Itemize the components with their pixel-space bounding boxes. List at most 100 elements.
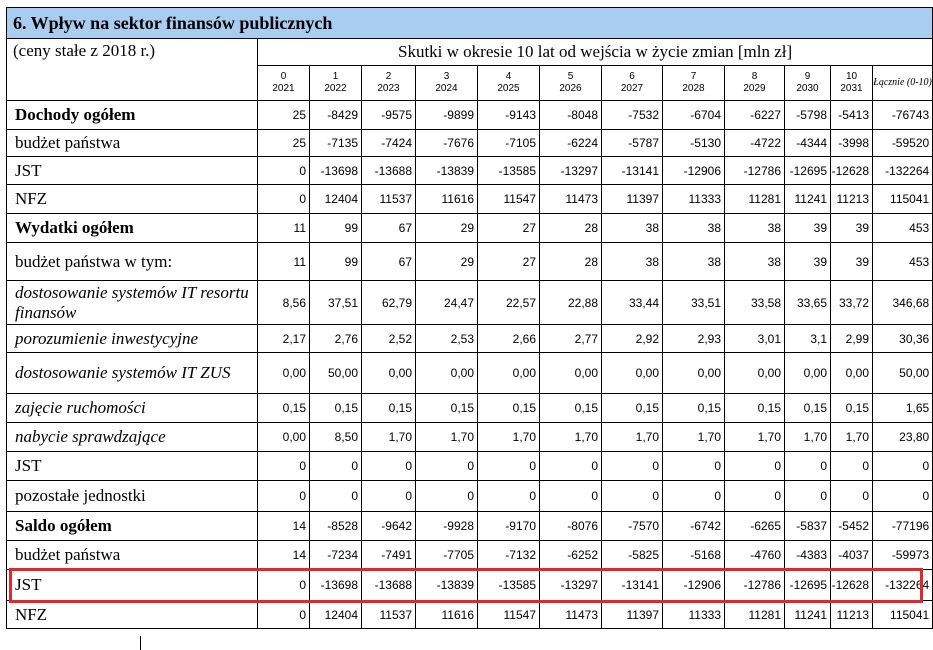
row-label: dostosowanie systemów IT ZUS: [6, 352, 258, 394]
year-index: 5: [567, 71, 574, 82]
year-label: 2021: [272, 83, 295, 94]
value-cell: -13839: [415, 156, 478, 185]
value-cell: -5837: [784, 511, 831, 541]
value-cell: 27: [477, 213, 540, 243]
table-row: Wydatki ogółem 11 99 67 29 27 28 38 38 38 39 39 453: [6, 213, 933, 243]
row-label: Dochody ogółem: [6, 100, 258, 130]
year-label: 2029: [743, 83, 766, 94]
value-cell: 22,88: [539, 280, 602, 325]
cut-off-text: [146, 640, 926, 650]
value-cell: 0: [477, 451, 540, 481]
total-cell: 1,65: [871, 393, 933, 423]
value-cell: 0: [309, 451, 362, 481]
value-cell: -13297: [539, 569, 602, 601]
value-cell: 11537: [361, 184, 416, 214]
total-cell: 115041: [871, 600, 933, 629]
table-row: Saldo ogółem 14 -8528 -9642 -9928 -9170 -8076-…: [6, 511, 933, 541]
year-header-2027: 6 2027: [601, 65, 663, 101]
value-cell: 38: [601, 213, 663, 243]
value-cell: 2,77: [539, 324, 602, 353]
value-cell: -9642: [361, 511, 416, 541]
value-cell: 1,70: [784, 422, 831, 452]
value-cell: 99: [309, 213, 362, 243]
value-cell: -5798: [784, 100, 831, 130]
value-cell: 28: [539, 242, 602, 281]
value-cell: 0,15: [477, 393, 540, 423]
value-cell: 50,00: [309, 352, 362, 394]
row-label: JST: [6, 451, 258, 481]
year-header-2031: 10 2031: [830, 65, 873, 101]
value-cell: 33,65: [784, 280, 831, 325]
value-cell: 2,99: [830, 324, 873, 353]
table-row: budżet państwa w tym: 11 99 67 29 27 28 38 38 38 3…: [6, 242, 933, 281]
value-cell: 1,70: [601, 422, 663, 452]
total-cell: 30,36: [871, 324, 933, 353]
value-cell: -7132: [477, 540, 540, 570]
value-cell: 0,15: [724, 393, 785, 423]
value-cell: 11281: [724, 184, 785, 214]
value-cell: 33,44: [601, 280, 663, 325]
value-cell: -7234: [309, 540, 362, 570]
value-cell: -12695: [784, 569, 831, 601]
value-cell: 33,58: [724, 280, 785, 325]
value-cell: 11616: [415, 600, 478, 629]
year-header-2028: 7 2028: [662, 65, 725, 101]
value-cell: -5787: [601, 129, 663, 157]
value-cell: -13698: [309, 156, 362, 185]
year-index: 3: [443, 71, 450, 82]
value-cell: 0,15: [539, 393, 602, 423]
value-cell: -13698: [309, 569, 362, 601]
value-cell: 27: [477, 242, 540, 281]
value-cell: 2,92: [601, 324, 663, 353]
table-row: zajęcie ruchomości 0,15 0,15 0,15 0,15 0,15 0,…: [6, 393, 933, 423]
year-label: 2022: [324, 83, 347, 94]
value-cell: 11281: [724, 600, 785, 629]
value-cell: -7570: [601, 511, 663, 541]
value-cell: 39: [784, 242, 831, 281]
value-cell: 8,50: [309, 422, 362, 452]
value-cell: 0,15: [662, 393, 725, 423]
value-cell: 0: [601, 480, 663, 512]
value-cell: 0,15: [601, 393, 663, 423]
value-cell: 28: [539, 213, 602, 243]
value-cell: 0,00: [257, 352, 310, 394]
value-cell: -13839: [415, 569, 478, 601]
year-label: 2030: [796, 83, 819, 94]
total-cell: -76743: [871, 100, 933, 130]
year-index: 10: [845, 71, 858, 82]
year-label: 2031: [840, 83, 863, 94]
total-cell: -132264: [871, 156, 933, 185]
value-cell: 1,70: [539, 422, 602, 452]
value-cell: -13688: [361, 156, 416, 185]
value-cell: -9928: [415, 511, 478, 541]
year-label: 2027: [620, 83, 644, 94]
value-cell: 0: [601, 451, 663, 481]
value-cell: -8429: [309, 100, 362, 130]
year-header-2026: 5 2026: [539, 65, 602, 101]
value-cell: 25: [257, 129, 310, 157]
total-cell: 453: [871, 242, 933, 281]
row-label: pozostałe jednostki: [6, 480, 258, 512]
value-cell: 33,51: [662, 280, 725, 325]
column-divider: [140, 636, 141, 650]
value-cell: 1,70: [477, 422, 540, 452]
value-cell: 22,57: [477, 280, 540, 325]
value-cell: -6265: [724, 511, 785, 541]
year-header-2024: 3 2024: [415, 65, 478, 101]
value-cell: -13585: [477, 569, 540, 601]
value-cell: 11241: [784, 600, 831, 629]
value-cell: -9575: [361, 100, 416, 130]
value-cell: -6224: [539, 129, 602, 157]
table-row: NFZ 0 12404 11537 11616 11547 11473 11397 11333 1…: [6, 600, 933, 629]
value-cell: -13297: [539, 156, 602, 185]
year-header-2021: 0 2021: [257, 65, 310, 101]
year-index: 2: [385, 71, 392, 82]
table-row: budżet państwa 14 -7234 -7491 -7705 -7132 -625…: [6, 540, 933, 570]
value-cell: -7424: [361, 129, 416, 157]
value-cell: -6742: [662, 511, 725, 541]
value-cell: 11333: [662, 600, 725, 629]
row-label: dostosowanie systemów IT resortu finansó…: [6, 280, 258, 325]
table-row: JST 0 -13698 -13688 -13839 -13585 -13297 -13141…: [6, 569, 933, 601]
value-cell: 0: [477, 480, 540, 512]
value-cell: 0: [257, 600, 310, 629]
